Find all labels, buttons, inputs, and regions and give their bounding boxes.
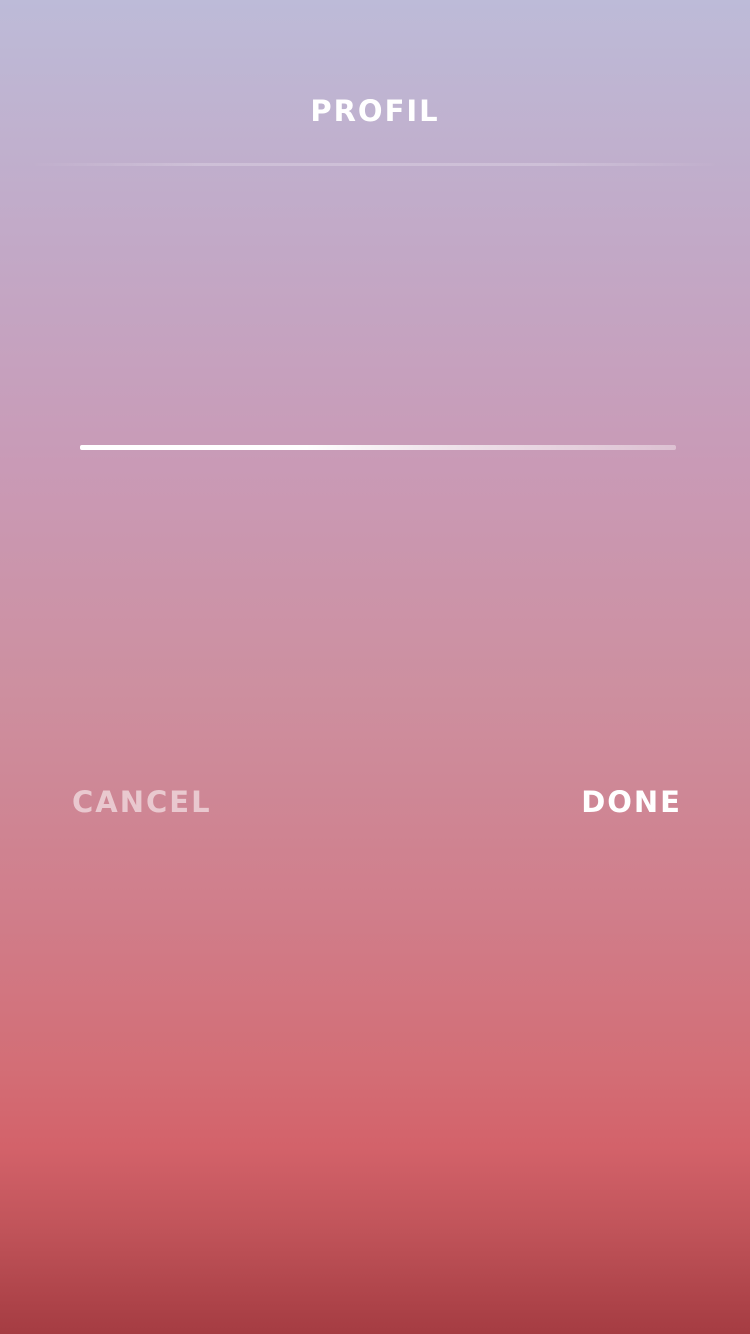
header: PROFIL: [0, 0, 750, 166]
header-divider: [30, 163, 720, 166]
profile-edit-screen: PROFIL CANCEL DONE: [0, 0, 750, 1334]
profile-name-input[interactable]: [80, 380, 676, 452]
cancel-button[interactable]: CANCEL: [72, 780, 212, 824]
page-title: PROFIL: [310, 94, 440, 128]
done-button[interactable]: DONE: [581, 780, 682, 824]
input-underline: [80, 445, 676, 450]
